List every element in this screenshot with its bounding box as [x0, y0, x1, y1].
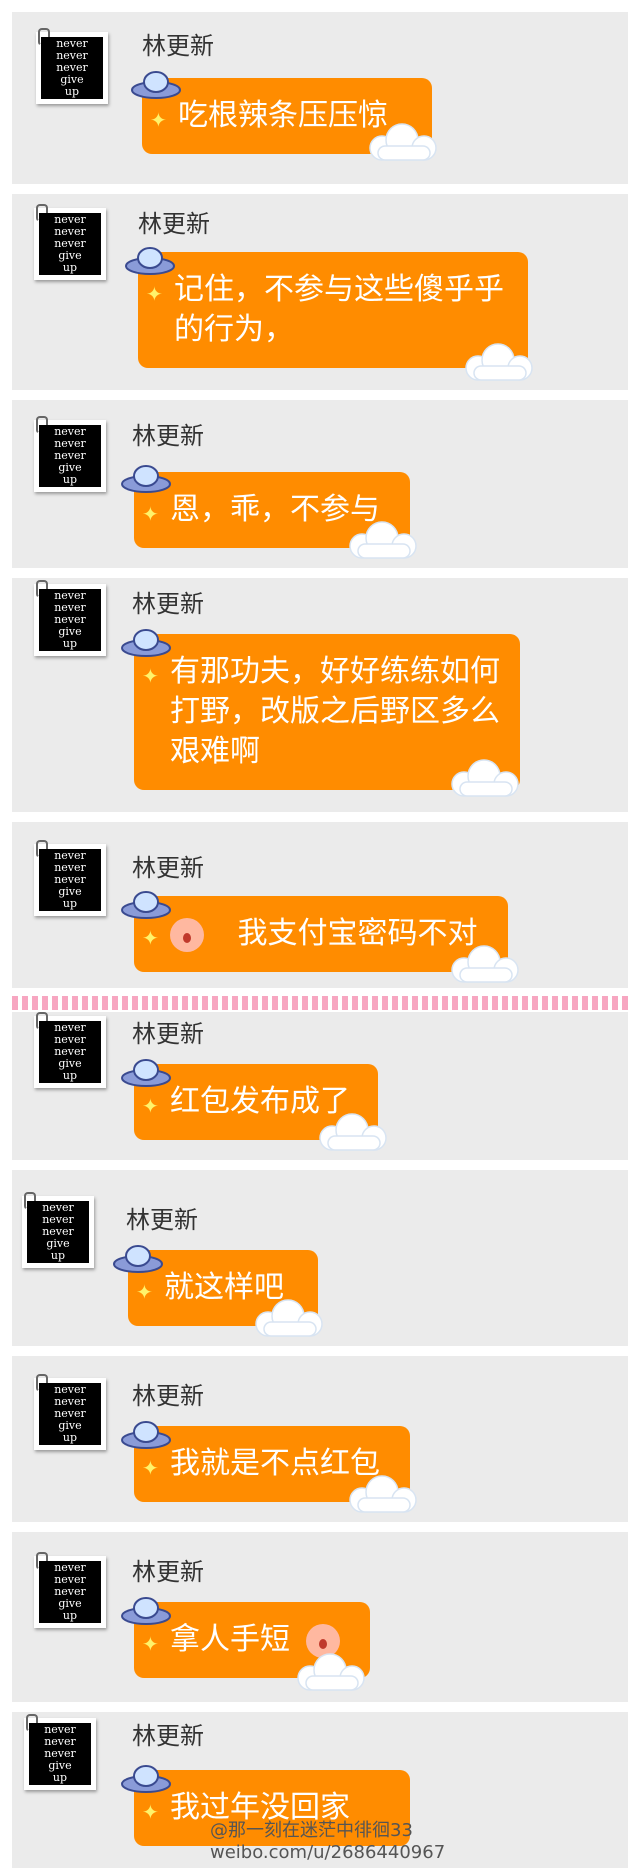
sparkle-icon: ✦	[136, 1280, 153, 1304]
avatar-text: up	[62, 637, 78, 650]
sender-name: 林更新	[132, 1722, 204, 1750]
avatar[interactable]: never never never give up	[22, 1192, 94, 1268]
ufo-icon	[121, 891, 171, 919]
sparkle-icon: ✦	[150, 108, 167, 132]
watermark-url: weibo.com/u/2686440967	[210, 1842, 446, 1863]
lace-divider	[12, 996, 628, 1010]
avatar-image: never never never give up	[27, 1201, 89, 1263]
sender-name: 林更新	[132, 1020, 204, 1048]
sparkle-icon: ✦	[142, 926, 159, 950]
avatar[interactable]: never never never give up	[34, 1374, 106, 1450]
avatar-text: up	[62, 897, 78, 910]
message-text: 有那功夫，好好练练如何打野，改版之后野区多么艰难啊	[170, 654, 500, 769]
message-card: never never never give up 林更新 ✦ 恩，乖，不参与	[12, 400, 628, 568]
cloud-icon	[369, 123, 437, 161]
avatar-text: up	[64, 85, 80, 98]
sender-name: 林更新	[132, 422, 204, 450]
message-text: 吃根辣条压压惊	[178, 98, 388, 133]
weibo-watermark: @那一刻在迷茫中徘徊33 weibo.com/u/2686440967	[210, 1820, 445, 1864]
sender-name: 林更新	[138, 210, 210, 238]
avatar-image: never never never give up	[29, 1723, 91, 1785]
sparkle-icon: ✦	[142, 502, 159, 526]
avatar[interactable]: never never never give up	[24, 1714, 96, 1790]
avatar-image: never never never give up	[39, 849, 101, 911]
shocked-face-icon	[170, 917, 204, 952]
avatar[interactable]: never never never give up	[34, 416, 106, 492]
message-card: never never never give up 林更新 ✦ 记住，不参与这些…	[12, 194, 628, 390]
cloud-icon	[319, 1113, 387, 1151]
ufo-icon	[121, 465, 171, 493]
sparkle-icon: ✦	[142, 1094, 159, 1118]
sparkle-icon: ✦	[142, 1632, 159, 1656]
avatar-image: never never never give up	[41, 37, 103, 99]
ufo-icon	[121, 1597, 171, 1625]
avatar[interactable]: never never never give up	[34, 1012, 106, 1088]
message-card: never never never give up 林更新 ✦ 我支付宝密码不对	[12, 822, 628, 988]
ufo-icon	[121, 1421, 171, 1449]
sender-name: 林更新	[132, 1558, 204, 1586]
sparkle-icon: ✦	[142, 664, 159, 688]
watermark-handle: @那一刻在迷茫中徘徊33	[210, 1820, 413, 1841]
avatar-image: never never never give up	[39, 213, 101, 275]
message-card: never never never give up 林更新 ✦ 吃根辣条压压惊	[12, 12, 628, 184]
cloud-icon	[255, 1299, 323, 1337]
sparkle-icon: ✦	[142, 1800, 159, 1824]
cloud-icon	[297, 1653, 365, 1691]
avatar-image: never never never give up	[39, 1021, 101, 1083]
avatar-text: up	[62, 473, 78, 486]
cloud-icon	[451, 945, 519, 983]
message-text: 拿人手短	[170, 1622, 290, 1657]
avatar-image: never never never give up	[39, 1383, 101, 1445]
message-card: never never never give up 林更新 ✦ 我就是不点红包	[12, 1356, 628, 1522]
avatar-image: never never never give up	[39, 1561, 101, 1623]
sparkle-icon: ✦	[146, 282, 163, 306]
avatar[interactable]: never never never give up	[34, 204, 106, 280]
message-card: never never never give up 林更新 ✦ 有那功夫，好好练…	[12, 578, 628, 812]
cloud-icon	[349, 521, 417, 559]
sender-name: 林更新	[142, 32, 214, 60]
ufo-icon	[125, 247, 175, 275]
message-card: never never never give up 林更新 ✦ 红包发布成了	[12, 1012, 628, 1160]
cloud-icon	[451, 759, 519, 797]
ufo-icon	[121, 1765, 171, 1793]
avatar-image: never never never give up	[39, 589, 101, 651]
cloud-icon	[349, 1475, 417, 1513]
avatar-text: up	[62, 261, 78, 274]
avatar[interactable]: never never never give up	[34, 1552, 106, 1628]
avatar[interactable]: never never never give up	[34, 840, 106, 916]
cloud-icon	[465, 343, 533, 381]
avatar-text: up	[62, 1609, 78, 1622]
avatar[interactable]: never never never give up	[34, 580, 106, 656]
avatar-text: up	[62, 1069, 78, 1082]
message-card: never never never give up 林更新 ✦ 就这样吧	[12, 1170, 628, 1346]
sender-name: 林更新	[132, 1382, 204, 1410]
ufo-icon	[113, 1245, 163, 1273]
message-card: never never never give up 林更新 ✦ 拿人手短	[12, 1532, 628, 1702]
ufo-icon	[121, 1059, 171, 1087]
avatar-image: never never never give up	[39, 425, 101, 487]
avatar[interactable]: never never never give up	[36, 28, 108, 104]
avatar-text: up	[50, 1249, 66, 1262]
ufo-icon	[121, 629, 171, 657]
sender-name: 林更新	[132, 590, 204, 618]
avatar-text: up	[62, 1431, 78, 1444]
message-text: 我支付宝密码不对	[237, 916, 478, 951]
sparkle-icon: ✦	[142, 1456, 159, 1480]
message-text: 记住，不参与这些傻乎乎的行为，	[174, 272, 504, 347]
ufo-icon	[131, 71, 181, 99]
sender-name: 林更新	[132, 854, 204, 882]
avatar-text: up	[52, 1771, 68, 1784]
sender-name: 林更新	[126, 1206, 198, 1234]
